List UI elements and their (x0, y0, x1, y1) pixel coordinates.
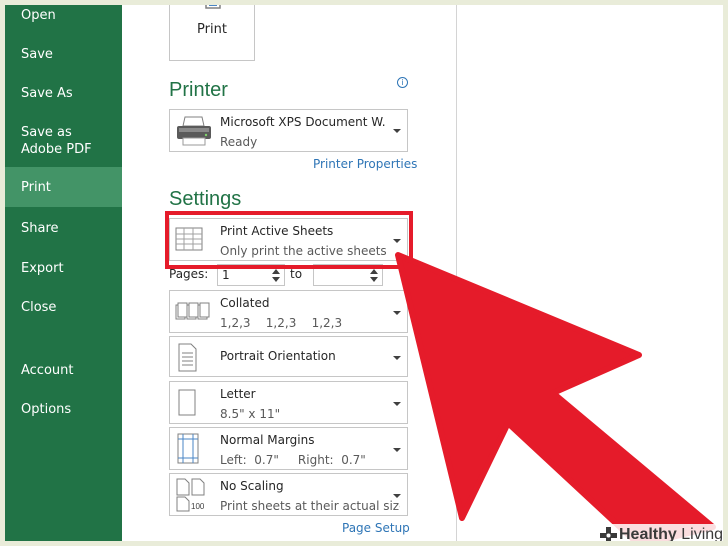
sidebar-item-export[interactable]: Export (5, 260, 122, 277)
page-setup-link[interactable]: Page Setup (342, 521, 410, 535)
settings-section-title: Settings (169, 188, 242, 210)
pages-from-value: 1 (222, 268, 230, 282)
watermark-brand-rest: Living (676, 526, 723, 541)
healthy-living-watermark: Healthy Living (597, 524, 723, 541)
chevron-down-icon (393, 311, 401, 315)
margins-icon (177, 433, 199, 464)
chevron-down-icon (393, 356, 401, 360)
scaling-icon: 100 (176, 478, 205, 512)
print-what-subtitle: Only print the active sheets (220, 244, 387, 258)
print-what-title: Print Active Sheets (220, 224, 334, 238)
sidebar-item-open[interactable]: Open (5, 7, 122, 24)
print-button-label: Print (197, 22, 227, 37)
print-button[interactable]: Print (169, 5, 255, 61)
chevron-down-icon (393, 129, 401, 133)
margins-dropdown[interactable]: Normal Margins Left: 0.7" Right: 0.7" (169, 427, 408, 470)
sheet-grid-icon (175, 227, 203, 251)
margins-subtitle: Left: 0.7" Right: 0.7" (220, 453, 366, 467)
printer-icon (205, 5, 221, 9)
sidebar-item-options[interactable]: Options (5, 401, 122, 418)
pages-to-input[interactable] (313, 264, 383, 286)
chevron-down-icon (393, 448, 401, 452)
spin-up-icon[interactable] (370, 269, 378, 274)
collation-title: Collated (220, 296, 270, 310)
pages-to-label: to (290, 267, 303, 281)
watermark-text: Healthy Living (619, 526, 723, 541)
spin-up-icon[interactable] (272, 269, 280, 274)
sidebar-item-save[interactable]: Save (5, 46, 122, 63)
backstage-sidebar: Open Save Save As Save as Adobe PDF Prin… (5, 5, 122, 541)
sidebar-item-share[interactable]: Share (5, 220, 122, 237)
paper-page-icon (178, 389, 196, 416)
orientation-dropdown[interactable]: Portrait Orientation (169, 336, 408, 377)
paper-size-title: Letter (220, 387, 256, 401)
scaling-subtitle: Print sheets at their actual size (220, 499, 400, 513)
paper-size-dropdown[interactable]: Letter 8.5" x 11" (169, 381, 408, 424)
print-settings-pane: Print Printer i Microsoft XPS Document W… (122, 5, 723, 541)
pages-label: Pages: (169, 267, 209, 281)
paper-size-subtitle: 8.5" x 11" (220, 407, 281, 421)
sidebar-item-close[interactable]: Close (5, 299, 122, 316)
collation-dropdown[interactable]: Collated 1,2,3 1,2,3 1,2,3 (169, 290, 408, 333)
backstage-print-view: Open Save Save As Save as Adobe PDF Prin… (5, 5, 723, 541)
print-what-dropdown[interactable]: Print Active Sheets Only print the activ… (169, 218, 408, 261)
printer-status: Ready (220, 135, 258, 149)
collation-subtitle: 1,2,3 1,2,3 1,2,3 (220, 316, 343, 330)
sidebar-item-account[interactable]: Account (5, 362, 122, 379)
printer-dropdown[interactable]: Microsoft XPS Document W... Ready (169, 109, 408, 152)
margins-title: Normal Margins (220, 433, 315, 447)
scaling-dropdown[interactable]: 100 No Scaling Print sheets at their act… (169, 473, 408, 516)
printer-properties-link[interactable]: Printer Properties (313, 157, 417, 171)
chevron-down-icon (393, 494, 401, 498)
pane-divider (456, 5, 457, 541)
scaling-title: No Scaling (220, 479, 284, 493)
sidebar-item-save-as[interactable]: Save As (5, 85, 122, 102)
portrait-page-icon (178, 343, 197, 372)
scaling-icon-label: 100 (191, 502, 205, 511)
sidebar-item-print[interactable]: Print (5, 167, 122, 207)
orientation-title: Portrait Orientation (220, 349, 336, 363)
printer-device-icon (177, 116, 211, 146)
collated-pages-icon (175, 302, 210, 320)
info-icon[interactable]: i (397, 77, 408, 88)
pages-from-input[interactable]: 1 (217, 264, 285, 286)
chevron-down-icon (393, 402, 401, 406)
spin-down-icon[interactable] (370, 277, 378, 282)
chevron-down-icon (393, 239, 401, 243)
healthy-living-logo-icon (600, 527, 617, 541)
sidebar-item-save-as-adobe-pdf[interactable]: Save as Adobe PDF (5, 124, 115, 158)
watermark-brand-bold: Healthy (619, 526, 677, 541)
spin-down-icon[interactable] (272, 277, 280, 282)
printer-name: Microsoft XPS Document W... (220, 115, 386, 129)
printer-section-title: Printer (169, 79, 228, 101)
